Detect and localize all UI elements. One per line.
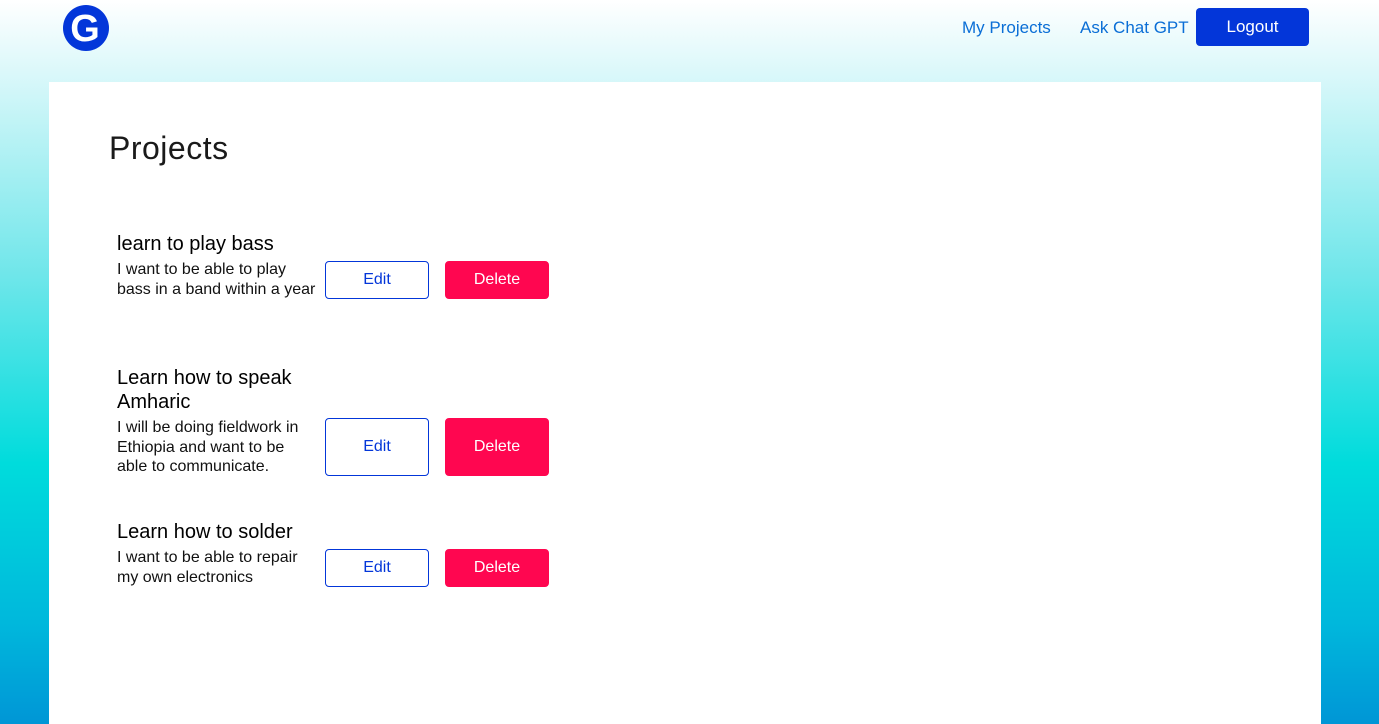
project-item: Learn how to speak Amharic I will be doi… <box>117 366 557 477</box>
g-logo-icon[interactable]: G <box>63 5 109 51</box>
project-description: I want to be able to play bass in a band… <box>117 261 316 298</box>
delete-button[interactable]: Delete <box>445 548 549 587</box>
page-title: Projects <box>109 130 229 166</box>
logout-button[interactable]: Logout <box>1196 8 1309 46</box>
edit-button[interactable]: Edit <box>325 548 429 587</box>
nav-link-ask-chat-gpt[interactable]: Ask Chat GPT <box>1080 18 1189 38</box>
navbar: G My Projects Ask Chat GPT Logout <box>0 0 1379 60</box>
projects-card: Projects learn to play bass I want to be… <box>49 82 1321 724</box>
project-title: Learn how to solder <box>117 521 293 543</box>
project-description: I want to be able to repair my own elect… <box>117 549 298 586</box>
project-title: learn to play bass <box>117 233 274 255</box>
delete-button[interactable]: Delete <box>445 418 549 477</box>
project-item: Learn how to solder I want to be able to… <box>117 520 557 587</box>
project-item: learn to play bass I want to be able to … <box>117 232 557 299</box>
project-row: I want to be able to repair my own elect… <box>117 548 557 587</box>
edit-button[interactable]: Edit <box>325 418 429 477</box>
project-title: Learn how to speak Amharic <box>117 367 292 413</box>
nav-link-my-projects[interactable]: My Projects <box>962 18 1051 38</box>
project-row: I will be doing fieldwork in Ethiopia an… <box>117 418 557 477</box>
project-description: I will be doing fieldwork in Ethiopia an… <box>117 419 299 475</box>
edit-button[interactable]: Edit <box>325 260 429 299</box>
delete-button[interactable]: Delete <box>445 260 549 299</box>
project-row: I want to be able to play bass in a band… <box>117 260 557 299</box>
logo-letter: G <box>70 8 100 50</box>
